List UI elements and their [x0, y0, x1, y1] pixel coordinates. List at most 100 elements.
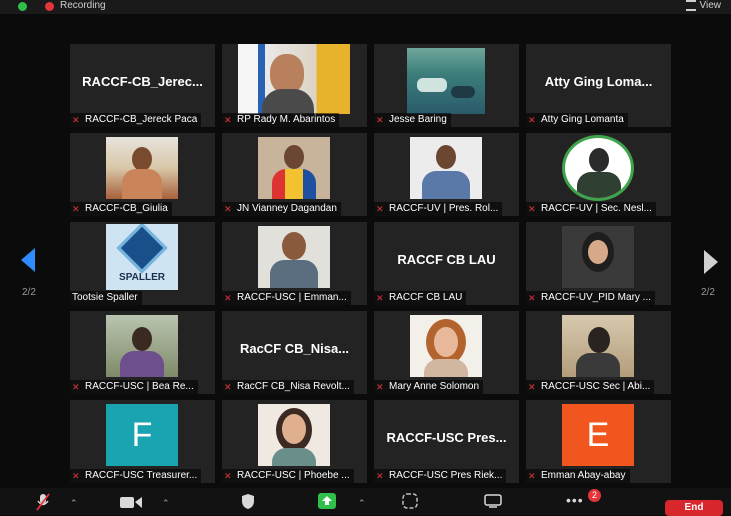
participant-video: [238, 44, 350, 114]
participant-tile[interactable]: ✕ RACCF-USC | Emman...: [222, 222, 367, 305]
muted-mic-icon: ✕: [376, 204, 384, 214]
meeting-toolbar: ⌃ ⌃ ⌃ ••• End: [0, 488, 731, 516]
security-shield-icon[interactable]: [241, 493, 255, 510]
share-options-chevron-icon[interactable]: ⌃: [358, 498, 366, 509]
participant-name-bar: ✕ Jesse Baring: [374, 113, 451, 127]
muted-mic-icon: ✕: [376, 382, 384, 392]
participant-name-bar: ✕ RP Rady M. Abarintos: [222, 113, 340, 127]
chat-icon[interactable]: [484, 494, 502, 508]
participant-name-bar: ✕ RACCF-CB_Giulia: [70, 202, 172, 216]
participant-display-name: RacCF CB_Nisa...: [239, 341, 350, 356]
participant-name-bar: ✕ RacCF CB_Nisa Revolt...: [222, 380, 354, 394]
participant-name-bar: ✕ RACCF-USC | Phoebe ...: [222, 469, 354, 483]
participant-name: RACCF-USC Treasurer...: [85, 470, 198, 481]
meeting-top-bar: Recording View: [0, 0, 731, 14]
previous-page-arrow-icon[interactable]: [21, 248, 35, 272]
more-options-icon[interactable]: •••: [566, 492, 584, 508]
muted-mic-icon: ✕: [224, 204, 232, 214]
participant-photo: [258, 404, 330, 466]
participant-tile[interactable]: ✕ RACCF-USC Sec | Abi...: [526, 311, 671, 394]
participant-tile[interactable]: ✕ RACCF-UV | Sec. Nesl...: [526, 133, 671, 216]
participant-name-bar: ✕ Atty Ging Lomanta: [526, 113, 628, 127]
participant-name-bar: ✕ Emman Abay-abay: [526, 469, 630, 483]
view-grid-icon: [685, 0, 696, 11]
participant-tile[interactable]: ✕ RACCF-USC | Bea Re...: [70, 311, 215, 394]
recording-label: Recording: [60, 0, 106, 11]
participant-photo: [258, 226, 330, 288]
participant-name: RACCF-USC Sec | Abi...: [541, 381, 651, 392]
participant-tile[interactable]: F ✕ RACCF-USC Treasurer...: [70, 400, 215, 483]
participant-display-name: Atty Ging Loma...: [544, 74, 653, 89]
next-page-arrow-icon[interactable]: [704, 250, 718, 274]
end-meeting-button[interactable]: End: [665, 500, 723, 516]
participant-name: RACCF-USC | Bea Re...: [85, 381, 194, 392]
participant-video: [407, 48, 485, 114]
participant-photo: [562, 135, 634, 201]
participant-photo: [106, 137, 178, 199]
reactions-icon[interactable]: [402, 493, 418, 509]
share-screen-icon[interactable]: [318, 493, 336, 509]
view-button[interactable]: View: [685, 0, 721, 11]
participant-tile[interactable]: ✕ RACCF-CB_Giulia: [70, 133, 215, 216]
participant-name: RACCF-USC | Phoebe ...: [237, 470, 350, 481]
participant-name: RP Rady M. Abarintos: [237, 114, 336, 125]
participant-name: RACCF-UV | Pres. Rol...: [389, 203, 499, 214]
participant-photo: [410, 137, 482, 199]
audio-options-chevron-icon[interactable]: ⌃: [70, 498, 78, 509]
page-indicator-right: 2/2: [701, 287, 715, 298]
participant-name: RACCF-CB_Jereck Paca: [85, 114, 198, 125]
participant-name: RACCF-CB_Giulia: [85, 203, 168, 214]
participant-tile[interactable]: ✕ JN Vianney Dagandan: [222, 133, 367, 216]
participant-gallery: RACCF-CB_Jerec... ✕ RACCF-CB_Jereck Paca …: [70, 44, 672, 484]
participant-name: Tootsie Spaller: [72, 292, 138, 303]
mute-mic-icon[interactable]: [36, 493, 50, 511]
participant-name-bar: ✕ RACCF-UV | Pres. Rol...: [374, 202, 503, 216]
participant-name-bar: ✕ Mary Anne Solomon: [374, 380, 484, 394]
muted-mic-icon: ✕: [528, 471, 536, 481]
participant-tile[interactable]: Atty Ging Loma... ✕ Atty Ging Lomanta: [526, 44, 671, 127]
muted-mic-icon: ✕: [72, 115, 80, 125]
participant-name-bar: ✕ RACCF-UV | Sec. Nesl...: [526, 202, 656, 216]
participant-photo: [562, 226, 634, 288]
muted-mic-icon: ✕: [72, 204, 80, 214]
participant-tile[interactable]: ✕ RACCF-UV | Pres. Rol...: [374, 133, 519, 216]
participant-tile[interactable]: RACCF CB LAU ✕ RACCF CB LAU: [374, 222, 519, 305]
participant-name-bar: Tootsie Spaller: [70, 291, 142, 305]
participant-name: RACCF-USC Pres Riek...: [389, 470, 503, 481]
participant-name: RACCF-USC | Emman...: [237, 292, 347, 303]
participant-tile[interactable]: RacCF CB_Nisa... ✕ RacCF CB_Nisa Revolt..…: [222, 311, 367, 394]
participant-tile[interactable]: RACCF-CB_Jerec... ✕ RACCF-CB_Jereck Paca: [70, 44, 215, 127]
page-indicator-left: 2/2: [22, 287, 36, 298]
participant-name-bar: ✕ RACCF-USC | Bea Re...: [70, 380, 198, 394]
security-status-icon[interactable]: [18, 2, 27, 11]
video-camera-icon[interactable]: [120, 496, 142, 509]
muted-mic-icon: ✕: [528, 204, 536, 214]
participant-photo: SPALLER: [106, 224, 178, 290]
participant-photo: [562, 315, 634, 377]
muted-mic-icon: ✕: [376, 115, 384, 125]
participant-tile[interactable]: E ✕ Emman Abay-abay: [526, 400, 671, 483]
participant-name: RACCF-UV_PID Mary ...: [541, 292, 652, 303]
muted-mic-icon: ✕: [376, 293, 384, 303]
participant-photo: [106, 315, 178, 377]
participant-tile[interactable]: ✕ Jesse Baring: [374, 44, 519, 127]
participant-tile[interactable]: RACCF-USC Pres... ✕ RACCF-USC Pres Riek..…: [374, 400, 519, 483]
muted-mic-icon: ✕: [528, 382, 536, 392]
participant-tile[interactable]: ✕ Mary Anne Solomon: [374, 311, 519, 394]
participant-tile[interactable]: ✕ RACCF-UV_PID Mary ...: [526, 222, 671, 305]
participant-video: [258, 137, 330, 199]
video-options-chevron-icon[interactable]: ⌃: [162, 498, 170, 509]
participant-tile[interactable]: ✕ RACCF-USC | Phoebe ...: [222, 400, 367, 483]
avatar: F: [106, 404, 178, 466]
participant-tile[interactable]: SPALLER Tootsie Spaller: [70, 222, 215, 305]
participant-name: Emman Abay-abay: [541, 470, 626, 481]
muted-mic-icon: ✕: [224, 293, 232, 303]
participant-name: Atty Ging Lomanta: [541, 114, 624, 125]
participant-tile[interactable]: ✕ RP Rady M. Abarintos: [222, 44, 367, 127]
participant-display-name: RACCF-USC Pres...: [386, 430, 507, 445]
participant-name-bar: ✕ RACCF-USC | Emman...: [222, 291, 351, 305]
participant-name-bar: ✕ RACCF CB LAU: [374, 291, 467, 305]
participant-display-name: RACCF CB LAU: [397, 252, 496, 267]
participant-name-bar: ✕ RACCF-UV_PID Mary ...: [526, 291, 656, 305]
participant-photo: [410, 315, 482, 377]
